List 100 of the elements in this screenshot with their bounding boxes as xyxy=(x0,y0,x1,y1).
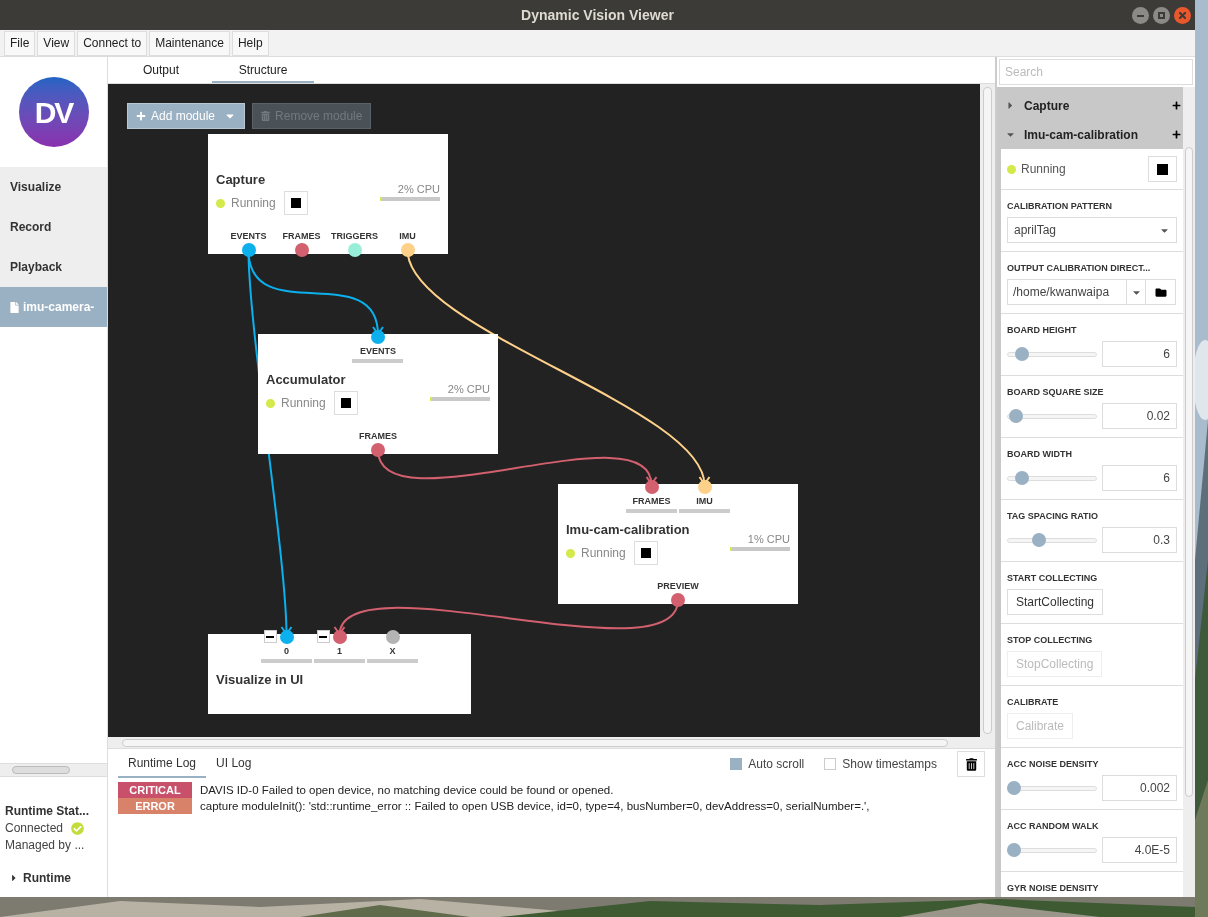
value-field[interactable]: 6 xyxy=(1102,465,1177,491)
maximize-button[interactable] xyxy=(1153,7,1170,24)
port-label: IMU xyxy=(695,496,714,507)
window-title: Dynamic Vision Viewer xyxy=(521,5,674,25)
output-port[interactable] xyxy=(371,443,385,457)
horizontal-scrollbar[interactable] xyxy=(108,737,995,749)
status-text: Running xyxy=(231,195,276,212)
folder-icon xyxy=(1154,286,1167,298)
remove-input-button[interactable] xyxy=(263,630,277,643)
menu-item[interactable]: Maintenance xyxy=(149,30,230,56)
value-field[interactable]: 0.3 xyxy=(1102,527,1177,553)
path-field[interactable]: /home/kwanwaipa xyxy=(1007,279,1127,305)
search-field[interactable]: Search xyxy=(999,59,1193,85)
port-label: FRAMES xyxy=(631,496,672,507)
menu-item[interactable]: View xyxy=(37,30,76,56)
status-text: Running xyxy=(281,395,326,412)
slider-track[interactable] xyxy=(1007,533,1097,547)
module-node[interactable]: Capture Running 2% CPU EVENTS FRAMES TRIGGERS IMU xyxy=(208,134,448,254)
cpu-usage: 2% CPU xyxy=(447,383,490,396)
slider-track[interactable] xyxy=(1007,409,1097,423)
remove-input-button[interactable] xyxy=(316,630,330,643)
input-port[interactable] xyxy=(697,480,712,494)
app-logo: DV xyxy=(18,77,89,147)
port-label: 0 xyxy=(283,646,290,657)
minus-icon xyxy=(319,635,327,638)
slider-track[interactable] xyxy=(1007,347,1097,361)
stop-button[interactable] xyxy=(1148,156,1177,182)
log-tab[interactable]: UI Log xyxy=(206,750,262,778)
connection-status: Connected xyxy=(5,820,64,837)
checkbox[interactable] xyxy=(824,758,837,770)
stop-icon xyxy=(290,198,301,208)
port-label: FRAMES xyxy=(281,231,322,242)
parameter-label: GYR NOISE DENSITY xyxy=(1007,883,1100,894)
value-field[interactable]: 4.0E-5 xyxy=(1102,837,1177,863)
output-port[interactable] xyxy=(241,243,256,257)
value-field[interactable]: 0.002 xyxy=(1102,775,1177,801)
stop-button[interactable] xyxy=(633,541,658,565)
browse-button[interactable] xyxy=(1145,279,1176,305)
slider-thumb[interactable] xyxy=(1032,533,1047,547)
output-port[interactable] xyxy=(671,593,685,607)
output-port[interactable] xyxy=(294,243,309,257)
dropdown-button[interactable] xyxy=(1127,279,1145,305)
menu-item[interactable]: File xyxy=(4,30,36,56)
sidebar-item[interactable]: Playback xyxy=(0,247,107,287)
slider-thumb[interactable] xyxy=(1007,843,1021,857)
slider-thumb[interactable] xyxy=(1008,409,1023,423)
slider-thumb[interactable] xyxy=(1007,781,1021,795)
module-header[interactable]: Imu-cam-calibration xyxy=(997,120,1183,149)
sidebar-item[interactable]: Record xyxy=(0,207,107,247)
action-button[interactable]: StartCollecting xyxy=(1007,589,1104,615)
stop-button[interactable] xyxy=(283,191,308,215)
stop-icon xyxy=(1157,163,1168,175)
clear-log-button[interactable] xyxy=(957,751,985,777)
module-header[interactable]: Capture xyxy=(997,91,1183,120)
slider-thumb[interactable] xyxy=(1014,347,1029,361)
module-title: Visualize in UI xyxy=(216,671,304,689)
status-text: Running xyxy=(581,545,626,562)
plus-icon xyxy=(136,111,146,121)
runtime-toggle[interactable]: Runtime xyxy=(5,869,107,887)
output-port[interactable] xyxy=(400,243,415,257)
value-field[interactable]: 6 xyxy=(1102,341,1177,367)
close-button[interactable] xyxy=(1174,7,1191,24)
input-port[interactable] xyxy=(371,330,385,344)
parameter-label: ACC RANDOM WALK xyxy=(1007,821,1100,832)
sidebar-item[interactable]: Visualize xyxy=(0,167,107,207)
output-port[interactable] xyxy=(347,243,362,257)
minus-icon xyxy=(266,635,274,638)
slider-track[interactable] xyxy=(1007,781,1097,795)
input-port[interactable] xyxy=(644,480,659,494)
input-port[interactable] xyxy=(279,630,294,644)
port-label: IMU xyxy=(398,231,417,242)
parameter-label: BOARD HEIGHT xyxy=(1007,325,1078,336)
cpu-usage: 1% CPU xyxy=(747,533,790,546)
log-message: DAVIS ID-0 Failed to open device, no matching device could be found or opened. xyxy=(200,783,614,798)
menu-item[interactable]: Help xyxy=(231,30,269,56)
log-tab[interactable]: Runtime Log xyxy=(118,750,207,778)
status-text: Running xyxy=(1021,161,1066,178)
checkbox-label: Show timestamps xyxy=(842,756,937,773)
input-port[interactable] xyxy=(385,630,400,644)
runtime-status-title: Runtime Stat... xyxy=(5,803,90,820)
stop-button[interactable] xyxy=(333,391,358,415)
parameter-label: BOARD WIDTH xyxy=(1007,449,1073,460)
menu-item[interactable]: Connect to xyxy=(77,30,148,56)
slider-track[interactable] xyxy=(1007,471,1097,485)
slider-thumb[interactable] xyxy=(1014,471,1029,485)
slider-track[interactable] xyxy=(1007,843,1097,857)
trash-icon xyxy=(965,757,977,771)
checkbox-label: Auto scroll xyxy=(748,756,805,773)
port-bar xyxy=(352,359,403,363)
vertical-scrollbar[interactable] xyxy=(1183,87,1195,897)
horizontal-scrollbar[interactable] xyxy=(0,763,107,777)
value-field[interactable]: 0.02 xyxy=(1102,403,1177,429)
input-port[interactable] xyxy=(332,630,347,644)
vertical-scrollbar[interactable] xyxy=(980,84,995,737)
select-field[interactable]: aprilTag xyxy=(1007,217,1177,243)
checkbox[interactable] xyxy=(730,758,743,770)
view-tab[interactable]: Output xyxy=(110,58,212,83)
parameter-label: TAG SPACING RATIO xyxy=(1007,511,1099,522)
module-title: Accumulator xyxy=(266,371,347,389)
minimize-button[interactable] xyxy=(1132,7,1149,24)
